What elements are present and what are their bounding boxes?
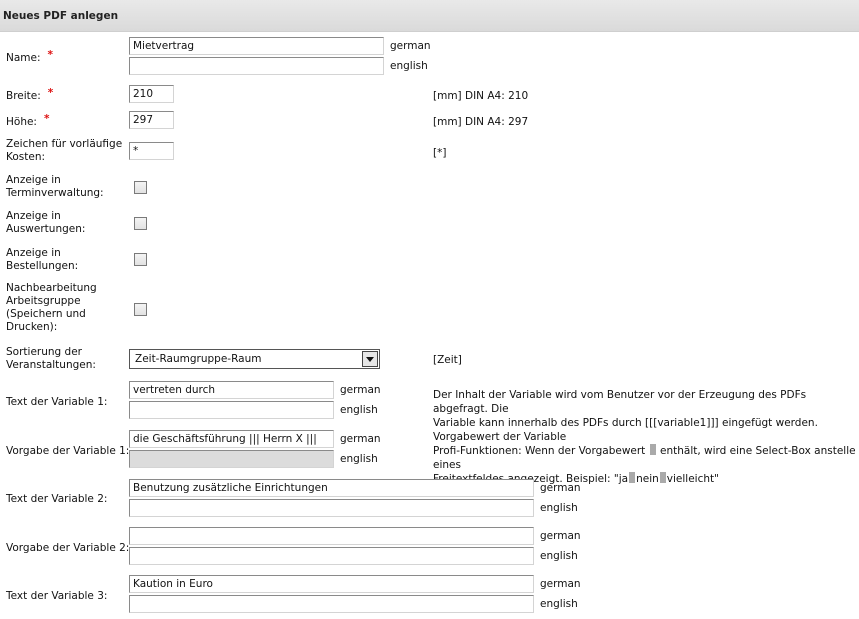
- nachbearbeitung-label: Nachbearbeitung Arbeitsgruppe (Speichern u…: [6, 282, 97, 333]
- text-var3-english-input[interactable]: [129, 595, 534, 613]
- vorgabe-var2-label: Vorgabe der Variable 2:: [6, 542, 130, 554]
- hoehe-label: Höhe: *: [6, 113, 50, 128]
- lang-label-german: german: [340, 384, 381, 396]
- required-marker: *: [47, 87, 54, 99]
- lang-label-english: english: [540, 598, 578, 610]
- lang-label-english: english: [340, 453, 378, 465]
- sortierung-select[interactable]: Zeit-Raumgruppe-Raum: [129, 349, 380, 369]
- anzeige-bestellungen-label: Anzeige in Bestellungen:: [6, 247, 79, 272]
- name-label: Name: *: [6, 49, 54, 64]
- form-header: Neues PDF anlegen: [0, 0, 859, 32]
- name-german-input[interactable]: [129, 37, 384, 55]
- breite-label: Breite: *: [6, 87, 54, 102]
- vorgabe-var1-label: Vorgabe der Variable 1:: [6, 445, 130, 457]
- text-var2-label: Text der Variable 2:: [6, 493, 108, 505]
- required-marker: *: [47, 49, 54, 61]
- name-english-input[interactable]: [129, 57, 384, 75]
- lang-label-english: english: [390, 60, 428, 72]
- vorgabe-var1-hint: Vorgabewert der Variable Profi-Funktione…: [433, 431, 856, 485]
- zeichen-input[interactable]: [129, 142, 174, 160]
- breite-input[interactable]: [129, 85, 174, 103]
- lang-label-german: german: [540, 482, 581, 494]
- sortierung-label: Sortierung der Veranstaltungen:: [6, 346, 96, 371]
- separator-marker: [629, 472, 636, 483]
- vorgabe-var2-german-input[interactable]: [129, 527, 534, 545]
- breite-hint: [mm] DIN A4: 210: [433, 90, 529, 102]
- text-var2-german-input[interactable]: [129, 479, 534, 497]
- hoehe-input[interactable]: [129, 111, 174, 129]
- page-title: Neues PDF anlegen: [3, 10, 119, 22]
- zeichen-hint: [*]: [433, 147, 447, 159]
- vorgabe-var2-english-input[interactable]: [129, 547, 534, 565]
- separator-marker: [649, 444, 656, 455]
- vorgabe-var1-german-input[interactable]: [129, 430, 334, 448]
- sortierung-selected-value: Zeit-Raumgruppe-Raum: [135, 353, 262, 365]
- anzeige-auswertungen-checkbox[interactable]: [134, 217, 147, 230]
- sortierung-hint: [Zeit]: [433, 354, 462, 366]
- lang-label-german: german: [340, 433, 381, 445]
- lang-label-german: german: [540, 530, 581, 542]
- zeichen-label: Zeichen für vorläufige Kosten:: [6, 138, 123, 163]
- lang-label-german: german: [390, 40, 431, 52]
- lang-label-english: english: [540, 550, 578, 562]
- hoehe-hint: [mm] DIN A4: 297: [433, 116, 529, 128]
- text-var1-label: Text der Variable 1:: [6, 396, 108, 408]
- separator-marker: [659, 472, 666, 483]
- anzeige-bestellungen-checkbox[interactable]: [134, 253, 147, 266]
- vorgabe-var1-english-input[interactable]: [129, 450, 334, 468]
- text-var1-german-input[interactable]: [129, 381, 334, 399]
- anzeige-termin-checkbox[interactable]: [134, 181, 147, 194]
- lang-label-english: english: [340, 404, 378, 416]
- text-var1-english-input[interactable]: [129, 401, 334, 419]
- text-var3-label: Text der Variable 3:: [6, 590, 108, 602]
- text-var1-hint: Der Inhalt der Variable wird vom Benutze…: [433, 389, 818, 429]
- required-marker: *: [43, 113, 50, 125]
- text-var3-german-input[interactable]: [129, 575, 534, 593]
- text-var2-english-input[interactable]: [129, 499, 534, 517]
- nachbearbeitung-checkbox[interactable]: [134, 303, 147, 316]
- lang-label-english: english: [540, 502, 578, 514]
- chevron-down-icon[interactable]: [362, 351, 378, 367]
- anzeige-termin-label: Anzeige in Terminverwaltung:: [6, 174, 104, 199]
- anzeige-auswertungen-label: Anzeige in Auswertungen:: [6, 210, 86, 235]
- lang-label-german: german: [540, 578, 581, 590]
